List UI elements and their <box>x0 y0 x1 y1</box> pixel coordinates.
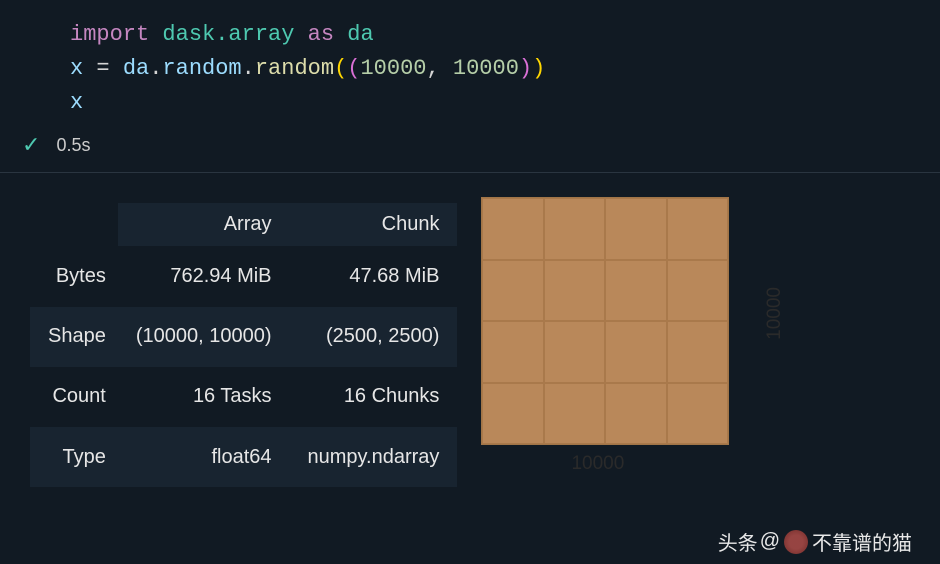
chunk-visualization: 10000 10000 <box>481 197 771 487</box>
chunk-cell <box>544 198 606 260</box>
row-label: Bytes <box>30 246 118 306</box>
chunk-cell <box>605 321 667 383</box>
variable: x <box>70 56 83 81</box>
header-array: Array <box>118 203 290 246</box>
table-header-row: Array Chunk <box>30 203 457 246</box>
watermark-logo-icon <box>784 530 808 554</box>
code-cell: import dask.array as da x = da.random.ra… <box>0 0 940 120</box>
row-label: Shape <box>30 307 118 367</box>
watermark-name: 不靠谱的猫 <box>812 527 912 556</box>
chunk-grid <box>481 197 729 445</box>
execution-status: ✓ 0.5s <box>0 120 940 172</box>
chunk-cell <box>667 321 729 383</box>
watermark: 头条 @ 不靠谱的猫 <box>718 527 912 556</box>
y-axis-label: 10000 <box>763 287 785 340</box>
chunk-cell <box>482 383 544 445</box>
chunk-cell <box>605 383 667 445</box>
variable: x <box>70 90 83 115</box>
chunk-cell <box>482 321 544 383</box>
chunk-cell <box>544 321 606 383</box>
number-literal: 10000 <box>360 56 426 81</box>
row-label: Count <box>30 367 118 427</box>
alias-name: da <box>347 22 373 47</box>
table-row: Bytes 762.94 MiB 47.68 MiB <box>30 246 457 306</box>
output-area: Array Chunk Bytes 762.94 MiB 47.68 MiB S… <box>0 173 940 487</box>
cell-value: (10000, 10000) <box>118 307 290 367</box>
table-row: Type float64 numpy.ndarray <box>30 427 457 487</box>
keyword-import: import <box>70 22 149 47</box>
attribute: random <box>162 56 241 81</box>
table-row: Count 16 Tasks 16 Chunks <box>30 367 457 427</box>
array-info-table: Array Chunk Bytes 762.94 MiB 47.68 MiB S… <box>30 203 457 487</box>
number-literal: 10000 <box>453 56 519 81</box>
watermark-at: @ <box>760 530 780 553</box>
check-icon: ✓ <box>22 132 40 158</box>
cell-value: numpy.ndarray <box>290 427 458 487</box>
cell-value: 16 Chunks <box>290 367 458 427</box>
chunk-cell <box>667 198 729 260</box>
header-empty <box>30 203 118 246</box>
chunk-cell <box>482 260 544 322</box>
code-line-1: import dask.array as da <box>70 18 940 52</box>
chunk-cell <box>667 383 729 445</box>
cell-value: (2500, 2500) <box>290 307 458 367</box>
code-line-2: x = da.random.random((10000, 10000)) <box>70 52 940 86</box>
cell-value: 47.68 MiB <box>290 246 458 306</box>
row-label: Type <box>30 427 118 487</box>
object-ref: da <box>123 56 149 81</box>
chunk-cell <box>605 260 667 322</box>
cell-value: float64 <box>118 427 290 487</box>
equals-operator: = <box>96 56 109 81</box>
cell-value: 762.94 MiB <box>118 246 290 306</box>
table-row: Shape (10000, 10000) (2500, 2500) <box>30 307 457 367</box>
function-call: random <box>255 56 334 81</box>
chunk-cell <box>482 198 544 260</box>
chunk-cell <box>667 260 729 322</box>
chunk-cell <box>544 383 606 445</box>
keyword-as: as <box>308 22 334 47</box>
header-chunk: Chunk <box>290 203 458 246</box>
watermark-prefix: 头条 <box>718 527 758 556</box>
chunk-cell <box>544 260 606 322</box>
code-line-3: x <box>70 86 940 120</box>
execution-time: 0.5s <box>56 135 90 156</box>
chunk-cell <box>605 198 667 260</box>
module-name: dask.array <box>162 22 294 47</box>
cell-value: 16 Tasks <box>118 367 290 427</box>
x-axis-label: 10000 <box>571 453 624 475</box>
